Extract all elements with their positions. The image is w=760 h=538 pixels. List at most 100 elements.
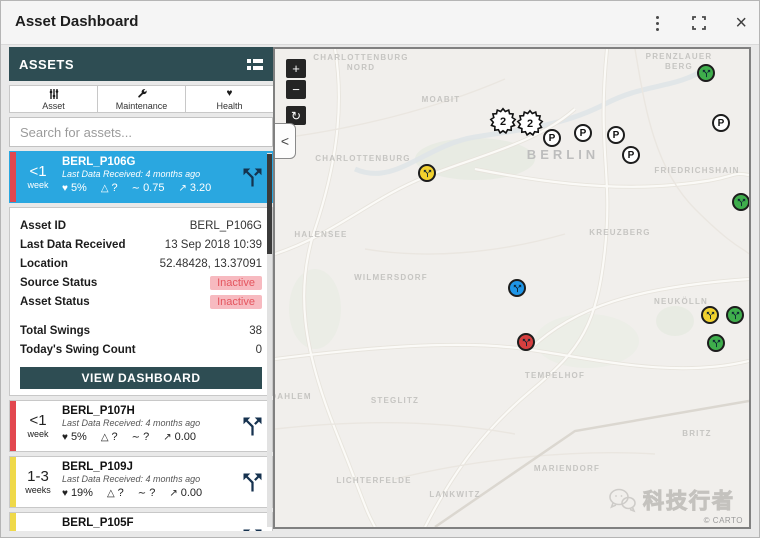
trend-arrow-icon: ↗ (178, 183, 186, 194)
stat-row: Total Swings 38 (20, 321, 262, 340)
detail-row: Location 52.48428, 13.37091 (20, 254, 262, 273)
delta-icon: △ (107, 488, 115, 499)
asset-age: <1 week (16, 401, 60, 451)
tab-asset[interactable]: Asset (9, 85, 98, 113)
gear-cluster-marker[interactable]: 2 (490, 108, 517, 135)
parking-marker[interactable]: P (622, 146, 640, 164)
title-bar: Asset Dashboard × (1, 1, 759, 45)
switch-asset-marker[interactable] (508, 279, 526, 297)
tab-health-label: Health (216, 101, 242, 111)
delta-icon: △ (101, 432, 109, 443)
stat-label: Today's Swing Count (20, 344, 136, 356)
asset-card-title: BERL_P105F (62, 517, 232, 530)
switch-icon (232, 401, 272, 451)
assets-panel-title: ASSETS (19, 57, 74, 72)
detail-label: Last Data Received (20, 239, 125, 251)
asset-card-title: BERL_P109J (62, 461, 232, 474)
switch-icon (232, 457, 272, 507)
asset-card-subtitle: Last Data Received: 4 months ago (62, 418, 232, 429)
assets-panel-header: ASSETS (9, 47, 273, 81)
wrench-icon (136, 88, 148, 100)
detail-label: Asset Status (20, 296, 90, 308)
delta-icon: △ (101, 183, 109, 194)
trend-arrow-icon: ↗ (169, 488, 177, 499)
asset-age: 1-3 weeks (16, 457, 60, 507)
asset-card[interactable]: 1-3 BERL_P105F Last Data Received: 4 mon… (9, 512, 273, 531)
switch-asset-marker[interactable] (697, 64, 715, 82)
switch-asset-marker[interactable] (732, 193, 750, 211)
switch-icon (232, 513, 272, 531)
detail-label: Asset ID (20, 220, 66, 232)
search-input[interactable] (9, 117, 273, 147)
list-view-toggle-icon[interactable] (247, 59, 263, 70)
tilde-icon: ∼ (138, 488, 146, 499)
tune-icon (48, 88, 60, 100)
gear-cluster-marker[interactable]: 2 (517, 110, 544, 137)
asset-card[interactable]: 1-3 weeks BERL_P109J Last Data Received:… (9, 456, 273, 508)
zoom-out-button[interactable]: − (286, 80, 306, 99)
detail-label: Source Status (20, 277, 97, 289)
selected-asset-card-slot: <1 week BERL_P106G Last Data Received: 4… (9, 151, 273, 203)
detail-row: Source Status Inactive (20, 273, 262, 292)
zoom-in-button[interactable]: + (286, 59, 306, 78)
asset-card-metrics: ♥5% △? ∼? ↗0.00 (62, 431, 232, 443)
heart-icon: ♥ (62, 488, 68, 499)
asset-card-subtitle: Last Data Received: 4 months ago (62, 530, 232, 531)
stat-label: Total Swings (20, 325, 90, 337)
tab-asset-label: Asset (42, 101, 65, 111)
stat-value: 38 (249, 325, 262, 337)
detail-value: 52.48428, 13.37091 (160, 258, 262, 270)
asset-age: 1-3 (16, 513, 60, 531)
detail-row: Asset Status Inactive (20, 292, 262, 311)
tab-health[interactable]: ♥ Health (185, 85, 273, 113)
kebab-menu-icon[interactable] (652, 12, 663, 35)
window-title: Asset Dashboard (15, 13, 138, 30)
parking-marker[interactable]: P (712, 114, 730, 132)
detail-label: Location (20, 258, 68, 270)
asset-card-title: BERL_P106G (62, 156, 232, 169)
map-attribution: © CARTO (704, 516, 743, 525)
tab-maintenance[interactable]: Maintenance (97, 85, 186, 113)
svg-text:2: 2 (500, 116, 506, 128)
asset-card-subtitle: Last Data Received: 4 months ago (62, 474, 232, 485)
sidebar-tabs: Asset Maintenance ♥ Health (9, 85, 273, 113)
asset-details-panel: Asset ID BERL_P106G Last Data Received 1… (9, 207, 273, 396)
assets-sidebar: ASSETS Asset (9, 47, 273, 531)
svg-text:2: 2 (527, 118, 533, 130)
sidebar-collapse-button[interactable]: < (275, 123, 296, 159)
switch-asset-marker[interactable] (707, 334, 725, 352)
asset-card[interactable]: <1 week BERL_P106G Last Data Received: 4… (9, 151, 273, 203)
fullscreen-icon[interactable] (691, 15, 707, 31)
asset-card-list: <1 week BERL_P107H Last Data Received: 4… (9, 400, 273, 531)
heart-icon: ♥ (62, 432, 68, 443)
switch-asset-marker[interactable] (517, 333, 535, 351)
asset-card-metrics: ♥5% △? ∼0.75 ↗3.20 (62, 182, 232, 194)
parking-marker[interactable]: P (543, 129, 561, 147)
tilde-icon: ∼ (132, 432, 140, 443)
detail-value: BERL_P106G (190, 220, 262, 232)
asset-status-badge: Inactive (210, 295, 262, 309)
stat-value: 0 (256, 344, 262, 356)
detail-row: Asset ID BERL_P106G (20, 216, 262, 235)
asset-age: <1 week (16, 152, 60, 202)
switch-asset-marker[interactable] (418, 164, 436, 182)
asset-card[interactable]: <1 week BERL_P107H Last Data Received: 4… (9, 400, 273, 452)
tab-maintenance-label: Maintenance (116, 101, 168, 111)
parking-marker[interactable]: P (574, 124, 592, 142)
switch-asset-marker[interactable] (701, 306, 719, 324)
detail-value: 13 Sep 2018 10:39 (165, 239, 262, 251)
asset-card-title: BERL_P107H (62, 405, 232, 418)
sidebar-scrollbar-thumb[interactable] (267, 154, 272, 254)
detail-row: Last Data Received 13 Sep 2018 10:39 (20, 235, 262, 254)
parking-marker[interactable]: P (607, 126, 625, 144)
source-status-badge: Inactive (210, 276, 262, 290)
view-dashboard-button[interactable]: VIEW DASHBOARD (20, 367, 262, 389)
asset-dashboard-window: Asset Dashboard × ASSETS (0, 0, 760, 538)
switch-asset-marker[interactable] (726, 306, 744, 324)
close-icon[interactable]: × (735, 15, 747, 31)
tilde-icon: ∼ (132, 183, 140, 194)
map-canvas[interactable]: CHARLOTTENBURG NORDMOABITCHARLOTTENBURGB… (273, 47, 751, 529)
heart-icon: ♥ (227, 88, 233, 100)
asset-card-metrics: ♥19% △? ∼? ↗0.00 (62, 487, 232, 499)
switch-icon (232, 152, 272, 202)
